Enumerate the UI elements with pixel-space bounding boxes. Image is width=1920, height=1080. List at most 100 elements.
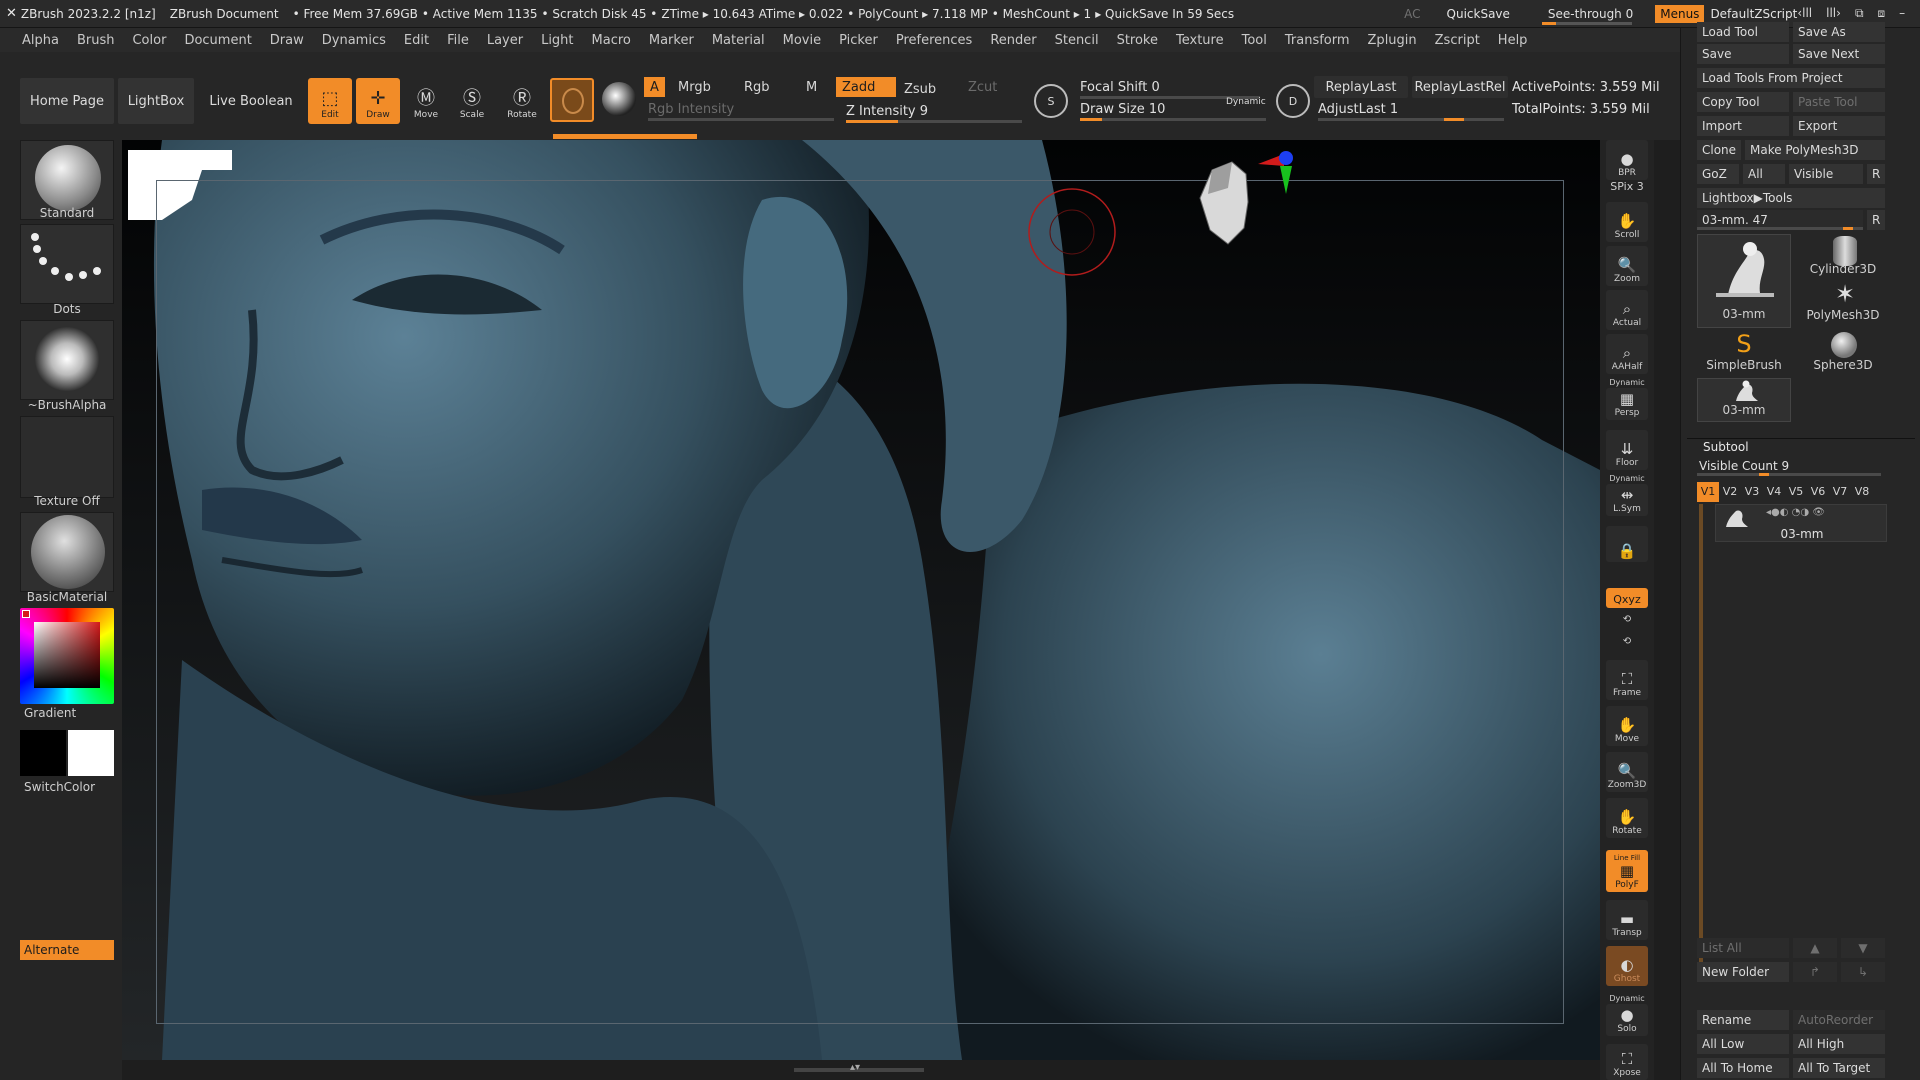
move-view-button[interactable]: ✋ Move	[1606, 706, 1648, 746]
move-up-icon[interactable]: ▲	[1793, 938, 1837, 958]
all-to-home-button[interactable]: All To Home	[1697, 1058, 1789, 1078]
secondary-color-swatch[interactable]	[20, 730, 66, 776]
focal-shift-slider[interactable]: Focal Shift 0	[1080, 77, 1260, 99]
xpose-button[interactable]: ⛶ Xpose	[1606, 1044, 1648, 1080]
frame-button[interactable]: ⛶ Frame	[1606, 660, 1648, 700]
polyf-button[interactable]: Line Fill ▦ PolyF	[1606, 850, 1648, 892]
lock-button[interactable]: 🔒	[1606, 526, 1648, 562]
material-selector[interactable]	[20, 512, 114, 592]
paste-tool-button[interactable]: Paste Tool	[1793, 92, 1885, 112]
menu-stencil[interactable]: Stencil	[1055, 33, 1099, 48]
actual-button[interactable]: ⌕ Actual	[1606, 290, 1648, 330]
goz-visible-button[interactable]: Visible	[1789, 164, 1863, 184]
move-down-icon[interactable]: ▼	[1841, 938, 1885, 958]
quicksave-button[interactable]: QuickSave	[1447, 7, 1510, 21]
zcut-toggle[interactable]: Zcut	[962, 77, 1003, 97]
all-to-target-button[interactable]: All To Target	[1793, 1058, 1885, 1078]
transp-button[interactable]: ▬ Transp	[1606, 900, 1648, 940]
live-boolean-button[interactable]: Live Boolean	[206, 78, 296, 124]
save-button[interactable]: Save	[1697, 44, 1789, 64]
menu-dynamics[interactable]: Dynamics	[322, 33, 386, 48]
menu-render[interactable]: Render	[990, 33, 1036, 48]
subtool-header[interactable]: Subtool	[1703, 440, 1749, 454]
spix-slider[interactable]: SPix 3	[1606, 180, 1648, 193]
menu-light[interactable]: Light	[541, 33, 573, 48]
tool-cylinder3d[interactable]: Cylinder3D	[1795, 234, 1891, 280]
goz-all-button[interactable]: All	[1743, 164, 1785, 184]
lsym-button[interactable]: ⇹ L.Sym	[1606, 484, 1648, 516]
menu-help[interactable]: Help	[1498, 33, 1528, 48]
subtool-tab-v8[interactable]: V8	[1851, 482, 1873, 502]
folder-arrow2-icon[interactable]: ↳	[1841, 962, 1885, 982]
all-low-button[interactable]: All Low	[1697, 1034, 1789, 1054]
default-zscript-button[interactable]: DefaultZScript	[1710, 7, 1797, 21]
visible-count-slider[interactable]: Visible Count 9	[1697, 456, 1881, 476]
menu-document[interactable]: Document	[184, 33, 251, 48]
save-next-button[interactable]: Save Next	[1793, 44, 1885, 64]
adjust-last-slider[interactable]: AdjustLast 1	[1318, 99, 1504, 121]
subtool-tab-v3[interactable]: V3	[1741, 482, 1763, 502]
subtool-tab-v5[interactable]: V5	[1785, 482, 1807, 502]
menu-alpha[interactable]: Alpha	[22, 33, 59, 48]
layout2-icon[interactable]: lll›	[1826, 6, 1841, 21]
solo-button[interactable]: ● Solo	[1606, 1004, 1648, 1036]
stroke-s-icon[interactable]: S	[1034, 84, 1068, 118]
seethrough-knob[interactable]	[1541, 21, 1556, 25]
alpha-selector[interactable]	[20, 320, 114, 400]
export-button[interactable]: Export	[1793, 116, 1885, 136]
menu-color[interactable]: Color	[132, 33, 166, 48]
menu-draw[interactable]: Draw	[270, 33, 304, 48]
rgb-toggle[interactable]: Rgb	[738, 77, 776, 97]
clone-button[interactable]: Clone	[1697, 140, 1741, 160]
move-mode-button[interactable]: Ⓜ Move	[404, 78, 448, 124]
restore-icon[interactable]: ⧈	[1878, 6, 1886, 21]
stroke-selector[interactable]	[20, 224, 114, 304]
rotate-mode-button[interactable]: Ⓡ Rotate	[500, 78, 544, 124]
menu-zplugin[interactable]: Zplugin	[1368, 33, 1417, 48]
menu-texture[interactable]: Texture	[1176, 33, 1224, 48]
goz-button[interactable]: GoZ	[1697, 164, 1739, 184]
list-all-button[interactable]: List All	[1697, 938, 1789, 958]
copy-tool-button[interactable]: Copy Tool	[1697, 92, 1789, 112]
bpr-button[interactable]: ● BPR	[1606, 140, 1648, 180]
make-polymesh3d-button[interactable]: Make PolyMesh3D	[1745, 140, 1885, 160]
orientation-gizmo-icon[interactable]	[1188, 144, 1294, 254]
zadd-toggle[interactable]: Zadd	[836, 77, 896, 97]
rotate-view-button[interactable]: ✋ Rotate	[1606, 798, 1648, 838]
layout-icon[interactable]: ‹lll	[1797, 6, 1812, 21]
seethrough-slider[interactable]: See-through 0	[1540, 7, 1641, 25]
subtool-scrollbar[interactable]	[1699, 504, 1703, 964]
viewport-canvas[interactable]	[122, 140, 1600, 1060]
sphere-preview-icon[interactable]	[602, 82, 636, 116]
menu-zscript[interactable]: Zscript	[1435, 33, 1480, 48]
texture-selector[interactable]	[20, 416, 114, 498]
all-high-button[interactable]: All High	[1793, 1034, 1885, 1054]
subtool-item[interactable]: ◂●◐ ◔◑ 👁 03-mm	[1715, 504, 1887, 542]
menus-button[interactable]: Menus	[1655, 4, 1705, 23]
scale-mode-button[interactable]: Ⓢ Scale	[450, 78, 494, 124]
tool-thumb-03mm[interactable]: 03-mm	[1697, 234, 1791, 328]
a-toggle[interactable]: A	[644, 77, 665, 97]
switch-color-button[interactable]: SwitchColor	[20, 780, 114, 794]
tool-r-button[interactable]: R	[1867, 210, 1885, 230]
tool-polymesh3d[interactable]: ✶ PolyMesh3D	[1795, 280, 1891, 328]
new-folder-button[interactable]: New Folder	[1697, 962, 1789, 982]
load-tool-button[interactable]: Load Tool	[1697, 22, 1789, 42]
m-toggle[interactable]: M	[800, 77, 823, 97]
ghost-button[interactable]: ◐ Ghost	[1606, 946, 1648, 986]
replay-last-button[interactable]: ReplayLast	[1314, 76, 1408, 98]
main-color-swatch[interactable]	[68, 730, 114, 776]
rotate-y-icon[interactable]: ⟲	[1606, 614, 1648, 625]
menu-movie[interactable]: Movie	[783, 33, 821, 48]
floor-button[interactable]: ⇊ Floor	[1606, 430, 1648, 470]
alternate-button[interactable]: Alternate	[20, 940, 114, 960]
subtool-visibility-icons[interactable]: ◂●◐ ◔◑ 👁	[1766, 507, 1825, 518]
tool-simplebrush[interactable]: S SimpleBrush	[1697, 330, 1791, 376]
menu-preferences[interactable]: Preferences	[896, 33, 972, 48]
goz-r-button[interactable]: R	[1867, 164, 1885, 184]
rename-button[interactable]: Rename	[1697, 1010, 1789, 1030]
subtool-tab-v6[interactable]: V6	[1807, 482, 1829, 502]
save-as-button[interactable]: Save As	[1793, 22, 1885, 42]
folder-arrow-icon[interactable]: ↱	[1793, 962, 1837, 982]
saturation-square[interactable]	[34, 622, 100, 688]
